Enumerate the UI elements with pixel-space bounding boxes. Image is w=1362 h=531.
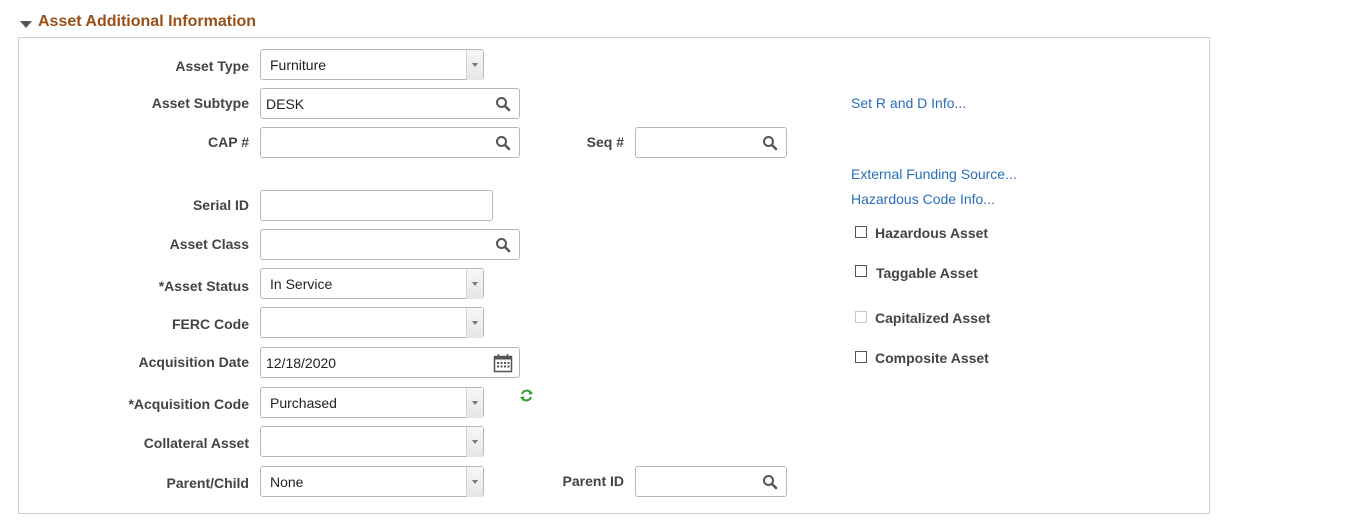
asset-type-value: Furniture xyxy=(270,57,327,73)
set-rd-info-link[interactable]: Set R and D Info... xyxy=(851,95,966,111)
cap-input[interactable] xyxy=(260,127,520,158)
asset-status-label: *Asset Status xyxy=(158,278,249,294)
parent-child-label: Parent/Child xyxy=(166,475,249,491)
chevron-down-icon xyxy=(466,308,483,338)
chevron-down-icon xyxy=(466,269,483,299)
asset-subtype-input[interactable]: DESK xyxy=(260,88,520,119)
parent-child-select[interactable]: None xyxy=(260,466,484,497)
collateral-asset-select[interactable] xyxy=(260,426,484,457)
asset-subtype-search-icon[interactable] xyxy=(495,96,511,112)
asset-status-select[interactable]: In Service xyxy=(260,268,484,299)
hazardous-code-info-link[interactable]: Hazardous Code Info... xyxy=(851,191,995,207)
chevron-down-icon xyxy=(466,427,483,457)
capitalized-asset-label: Capitalized Asset xyxy=(875,310,991,326)
asset-status-value: In Service xyxy=(270,276,333,292)
refresh-icon[interactable] xyxy=(519,388,534,403)
acquisition-date-value: 12/18/2020 xyxy=(266,355,337,371)
seq-search-icon[interactable] xyxy=(762,135,778,151)
parent-id-label: Parent ID xyxy=(562,473,624,489)
collapse-triangle-icon[interactable] xyxy=(20,17,32,28)
composite-asset-label: Composite Asset xyxy=(875,350,989,366)
chevron-down-icon xyxy=(466,388,483,418)
asset-class-label: Asset Class xyxy=(169,236,249,252)
external-funding-source-link[interactable]: External Funding Source... xyxy=(851,166,1017,182)
acquisition-code-select[interactable]: Purchased xyxy=(260,387,484,418)
asset-type-label: Asset Type xyxy=(175,58,249,74)
cap-search-icon[interactable] xyxy=(495,135,511,151)
acquisition-code-label: *Acquisition Code xyxy=(128,396,249,412)
seq-label: Seq # xyxy=(586,134,624,150)
serial-id-input[interactable] xyxy=(260,190,493,221)
ferc-code-label: FERC Code xyxy=(172,316,249,332)
capitalized-asset-checkbox xyxy=(855,311,867,323)
hazardous-asset-label: Hazardous Asset xyxy=(875,225,989,241)
seq-input[interactable] xyxy=(635,127,787,158)
cap-label: CAP # xyxy=(208,134,249,150)
asset-type-select[interactable]: Furniture xyxy=(260,49,484,80)
section-header[interactable]: Asset Additional Information xyxy=(20,13,256,31)
section-title: Asset Additional Information xyxy=(38,13,257,30)
taggable-asset-checkbox[interactable] xyxy=(855,265,867,277)
parent-child-value: None xyxy=(270,474,304,490)
collateral-asset-label: Collateral Asset xyxy=(143,435,249,451)
acquisition-code-value: Purchased xyxy=(270,395,337,411)
taggable-asset-label: Taggable Asset xyxy=(876,265,978,281)
serial-id-label: Serial ID xyxy=(192,197,249,213)
hazardous-asset-checkbox[interactable] xyxy=(855,226,867,238)
composite-asset-checkbox[interactable] xyxy=(855,351,867,363)
asset-subtype-value: DESK xyxy=(266,96,305,112)
asset-subtype-label: Asset Subtype xyxy=(151,95,249,111)
chevron-down-icon xyxy=(466,50,483,80)
calendar-icon[interactable] xyxy=(493,353,513,373)
chevron-down-icon xyxy=(466,467,483,497)
acquisition-date-label: Acquisition Date xyxy=(138,354,249,370)
parent-id-search-icon[interactable] xyxy=(762,474,778,490)
asset-class-input[interactable] xyxy=(260,229,520,260)
acquisition-date-input[interactable]: 12/18/2020 xyxy=(260,347,520,378)
ferc-code-select[interactable] xyxy=(260,307,484,338)
parent-id-input[interactable] xyxy=(635,466,787,497)
asset-class-search-icon[interactable] xyxy=(495,237,511,253)
